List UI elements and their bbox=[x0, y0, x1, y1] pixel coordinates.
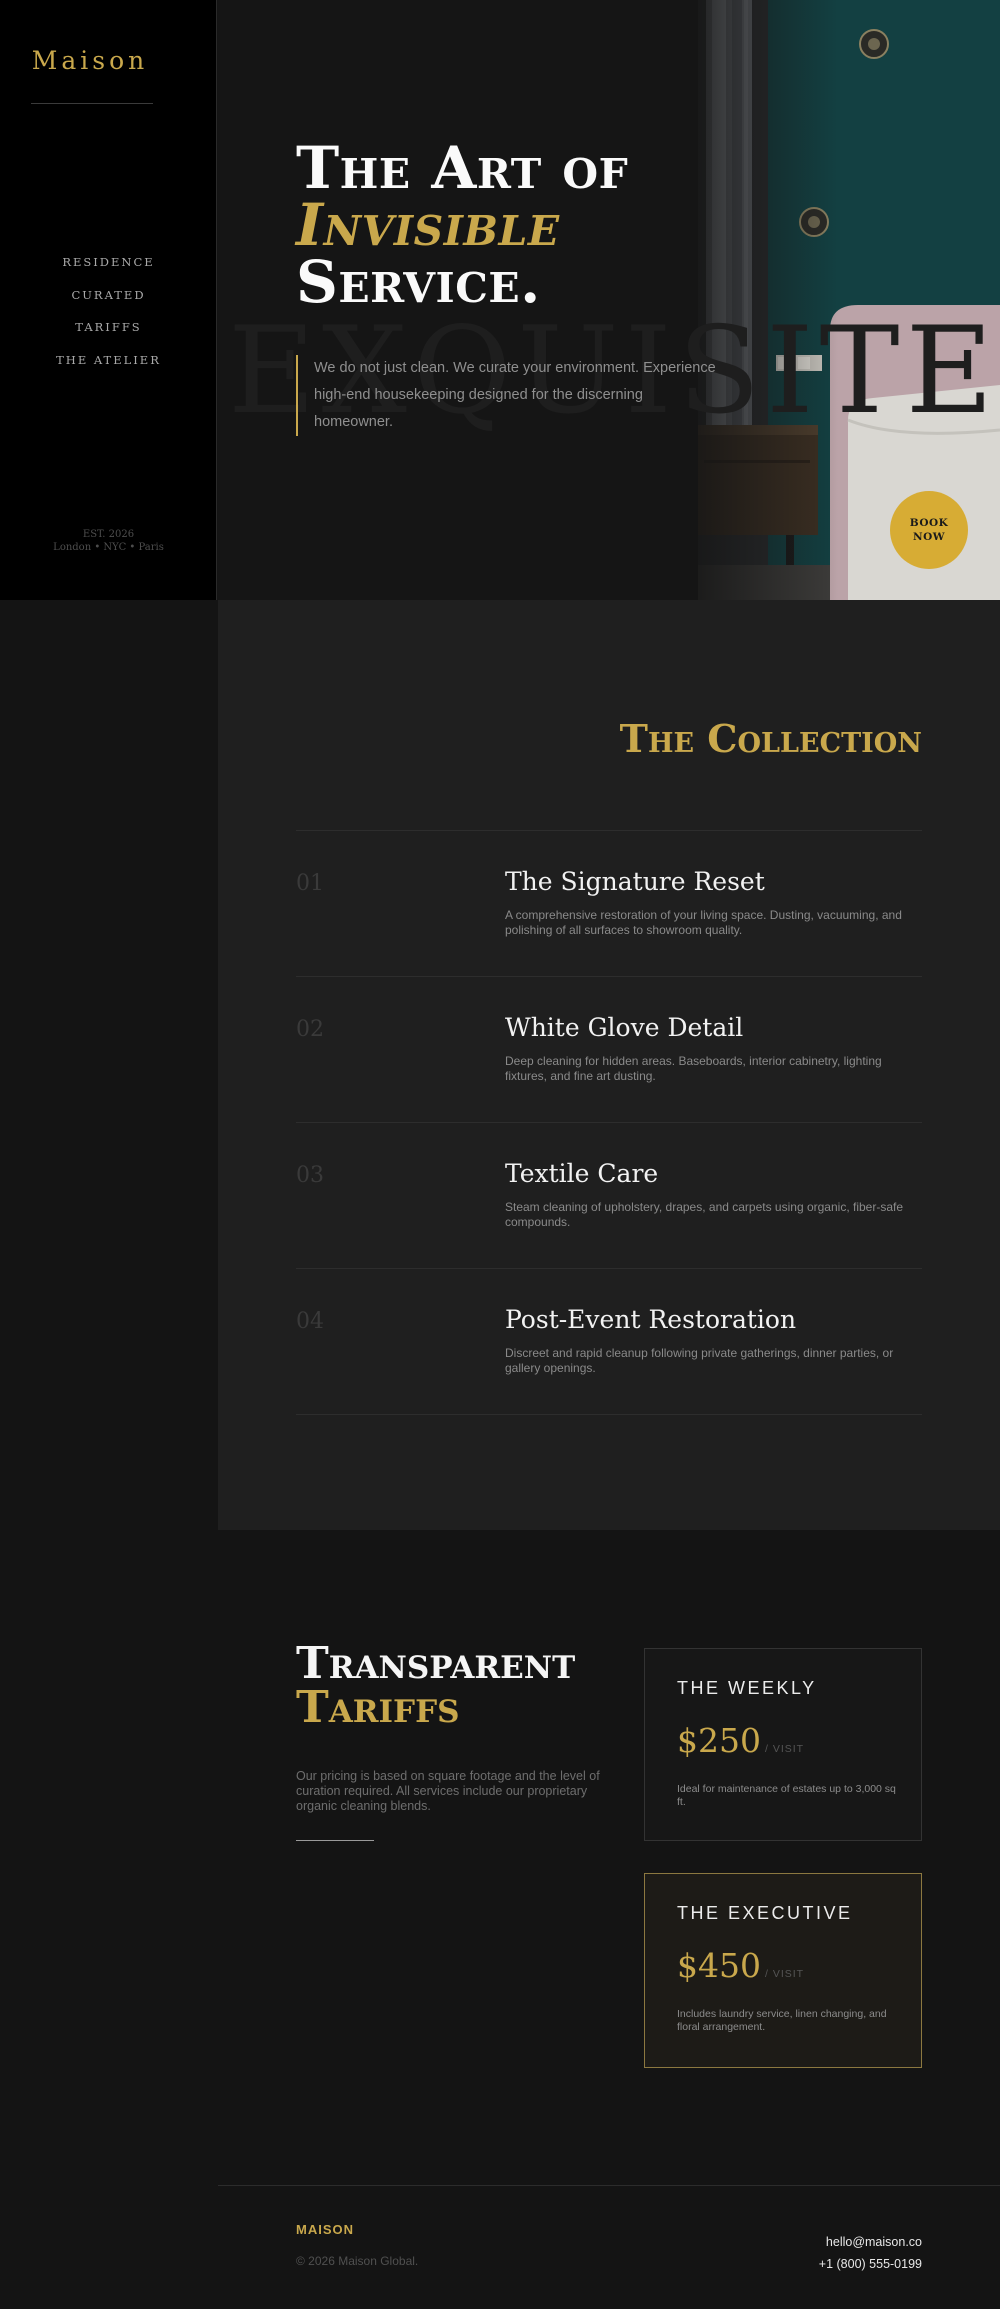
service-item[interactable]: 04 Post-Event Restoration Discreet and r… bbox=[296, 1269, 922, 1415]
footer-contact: hello@maison.co +1 (800) 555-0199 bbox=[819, 2231, 922, 2275]
tariffs-divider bbox=[296, 1840, 374, 1841]
footer-copyright: © 2026 Maison Global. bbox=[296, 2254, 419, 2268]
established-text: EST. 2026 bbox=[82, 529, 135, 540]
plan-price-unit: / VISIT bbox=[764, 1743, 805, 1755]
service-description: Steam cleaning of upholstery, drapes, an… bbox=[505, 1200, 904, 1229]
service-description: Discreet and rapid cleanup following pri… bbox=[505, 1346, 894, 1375]
tariffs-title: Transparent Tariffs bbox=[296, 1642, 575, 1730]
nav-item-the-atelier[interactable]: THE ATELIER bbox=[0, 344, 217, 377]
hero-gradient bbox=[618, 0, 838, 600]
nav-item-tariffs[interactable]: TARIFFS bbox=[0, 311, 217, 344]
tariffs-title-line-1: Transparent bbox=[296, 1638, 576, 1689]
hero-title: The Art of Invisible Service. bbox=[296, 134, 629, 316]
service-number: 03 bbox=[296, 1163, 324, 1188]
plan-price: $450/ VISIT bbox=[677, 1946, 804, 1985]
service-item[interactable]: 03 Textile Care Steam cleaning of uphols… bbox=[296, 1123, 922, 1269]
plan-description: Ideal for maintenance of estates up to 3… bbox=[677, 1783, 896, 1808]
service-name: The Signature Reset bbox=[505, 867, 765, 896]
logo-divider bbox=[31, 103, 153, 104]
sidebar-meta: EST. 2026 London • NYC • Paris bbox=[0, 528, 217, 554]
plan-price-value: $250 bbox=[677, 1721, 761, 1760]
service-item[interactable]: 02 White Glove Detail Deep cleaning for … bbox=[296, 977, 922, 1123]
footer-email-link[interactable]: hello@maison.co bbox=[819, 2231, 922, 2253]
main-nav: RESIDENCE CURATED TARIFFS THE ATELIER bbox=[0, 246, 217, 376]
footer-divider bbox=[218, 2185, 1000, 2186]
plan-price: $250/ VISIT bbox=[677, 1721, 804, 1760]
service-name: Post-Event Restoration bbox=[505, 1305, 797, 1334]
service-description: Deep cleaning for hidden areas. Baseboar… bbox=[505, 1054, 882, 1083]
hero-title-accent: Invisible bbox=[296, 191, 560, 259]
hero-title-line-3: Service. bbox=[296, 248, 541, 316]
footer-phone-link[interactable]: +1 (800) 555-0199 bbox=[819, 2253, 922, 2275]
services-list: 01 The Signature Reset A comprehensive r… bbox=[296, 830, 922, 1415]
nav-item-curated[interactable]: CURATED bbox=[0, 279, 217, 312]
tariffs-title-accent: Tariffs bbox=[296, 1682, 460, 1733]
hero-section: EXQUISITE The Art of Invisible Service. … bbox=[218, 0, 1000, 600]
service-name: White Glove Detail bbox=[505, 1013, 744, 1042]
plan-price-value: $450 bbox=[677, 1946, 761, 1985]
tariffs-description: Our pricing is based on square footage a… bbox=[296, 1768, 600, 1813]
plan-description: Includes laundry service, linen changing… bbox=[677, 2008, 887, 2033]
collection-section: The Collection 01 The Signature Reset A … bbox=[218, 600, 1000, 1530]
plan-name: THE WEEKLY bbox=[677, 1678, 817, 1698]
logo[interactable]: Maison bbox=[0, 46, 180, 75]
service-number: 02 bbox=[296, 1017, 324, 1042]
plan-price-unit: / VISIT bbox=[764, 1968, 805, 1980]
plan-card-executive[interactable]: THE EXECUTIVE $450/ VISIT Includes laund… bbox=[644, 1873, 922, 2068]
hero-description: We do not just clean. We curate your env… bbox=[296, 354, 724, 436]
cities-text: London • NYC • Paris bbox=[53, 542, 164, 553]
plan-name: THE EXECUTIVE bbox=[677, 1903, 853, 1923]
book-now-label: BOOK NOW bbox=[909, 517, 949, 543]
book-now-button[interactable]: BOOK NOW bbox=[890, 491, 968, 569]
service-description: A comprehensive restoration of your livi… bbox=[505, 908, 902, 937]
collection-title: The Collection bbox=[619, 716, 922, 761]
service-number: 01 bbox=[296, 871, 324, 896]
service-name: Textile Care bbox=[505, 1159, 659, 1188]
nav-item-residence[interactable]: RESIDENCE bbox=[0, 246, 217, 279]
hero-title-line-1: The Art of bbox=[296, 134, 629, 202]
sidebar: Maison RESIDENCE CURATED TARIFFS THE ATE… bbox=[0, 0, 217, 600]
plan-card-weekly[interactable]: THE WEEKLY $250/ VISIT Ideal for mainten… bbox=[644, 1648, 922, 1841]
service-item[interactable]: 01 The Signature Reset A comprehensive r… bbox=[296, 831, 922, 977]
footer-brand: MAISON bbox=[296, 2222, 354, 2237]
service-number: 04 bbox=[296, 1309, 324, 1334]
